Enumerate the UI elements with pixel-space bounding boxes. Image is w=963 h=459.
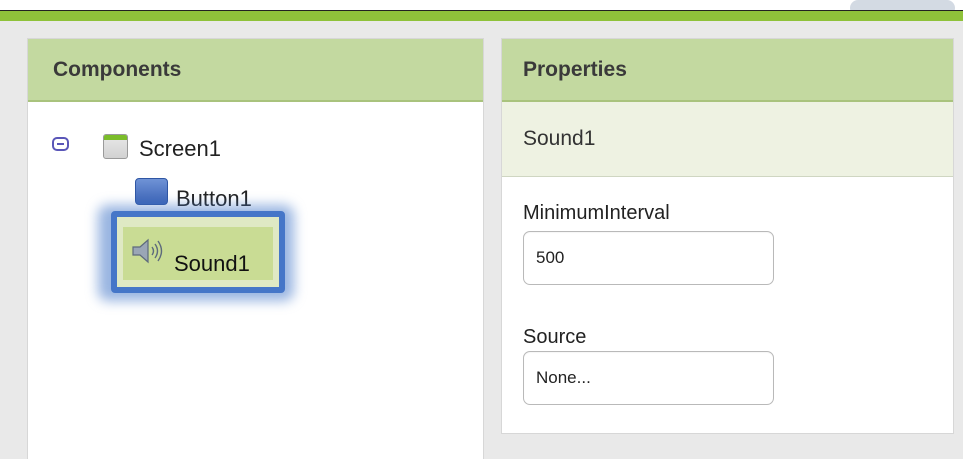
source-label: Source — [523, 326, 587, 348]
source-input[interactable]: None... — [523, 351, 774, 405]
selected-component-label: Sound1 — [523, 127, 596, 150]
button-icon — [135, 178, 168, 205]
properties-title: Properties — [523, 57, 627, 81]
properties-panel: Properties Sound1 MinimumInterval 500 So… — [501, 38, 954, 434]
minimum-interval-value: 500 — [536, 248, 565, 267]
selected-component-name: Sound1 — [502, 102, 953, 177]
collapse-icon[interactable] — [52, 137, 69, 151]
components-title: Components — [53, 57, 182, 81]
speaker-icon — [132, 238, 163, 264]
properties-header: Properties — [502, 39, 953, 102]
minimum-interval-label: MinimumInterval — [523, 202, 670, 224]
components-header: Components — [28, 39, 483, 102]
title-bar — [0, 11, 963, 21]
source-value: None... — [536, 368, 591, 387]
tree-item-screen1[interactable]: Screen1 — [139, 136, 221, 162]
minimum-interval-input[interactable]: 500 — [523, 231, 774, 285]
top-area — [0, 0, 963, 10]
tree-item-sound1[interactable]: Sound1 — [174, 251, 250, 277]
screen-icon — [103, 134, 128, 159]
